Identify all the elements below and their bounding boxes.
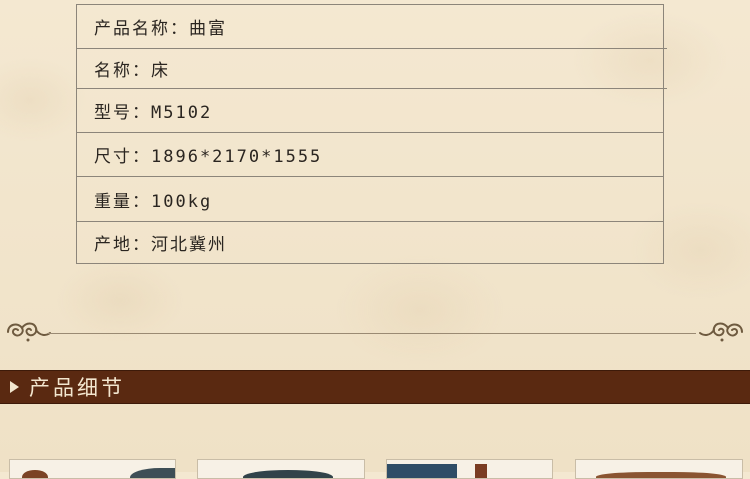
- spec-text: 型号：M5102: [94, 103, 213, 123]
- spec-text: 产品名称：曲富: [94, 19, 227, 39]
- divider-line: [48, 333, 696, 334]
- thumbnail-image-part: [243, 470, 333, 478]
- ornamental-divider: [0, 316, 750, 346]
- spec-text: 重量：100kg: [94, 191, 213, 212]
- spec-table: 产品名称：曲富 名称：床 型号：M5102 尺寸：1896*2170*1555 …: [76, 4, 667, 264]
- detail-thumbnail[interactable]: [9, 459, 176, 479]
- spec-row-product-name: 产品名称：曲富: [77, 4, 663, 48]
- spec-row-weight: 重量：100kg: [77, 176, 663, 221]
- triangle-right-icon: [10, 381, 19, 393]
- spec-text: 尺寸：1896*2170*1555: [94, 147, 323, 167]
- section-header-bar: 产品细节: [0, 370, 750, 404]
- detail-thumbnail[interactable]: [197, 459, 365, 479]
- detail-thumbnail[interactable]: [386, 459, 553, 479]
- thumbnail-image-part: [130, 468, 175, 478]
- spec-row-model: 型号：M5102: [77, 88, 667, 132]
- thumbnail-image-part: [22, 470, 48, 478]
- detail-thumbnail[interactable]: [575, 459, 743, 479]
- thumbnail-image-part: [596, 472, 726, 478]
- spec-row-name: 名称：床: [77, 48, 667, 88]
- spec-text: 产地：河北冀州: [94, 235, 227, 255]
- section-title: 产品细节: [29, 376, 125, 400]
- spec-row-origin: 产地：河北冀州: [77, 221, 663, 263]
- spec-row-size: 尺寸：1896*2170*1555: [77, 132, 663, 176]
- flourish-icon: [7, 322, 51, 342]
- spec-text: 名称：床: [94, 61, 170, 81]
- flourish-icon: [699, 322, 743, 342]
